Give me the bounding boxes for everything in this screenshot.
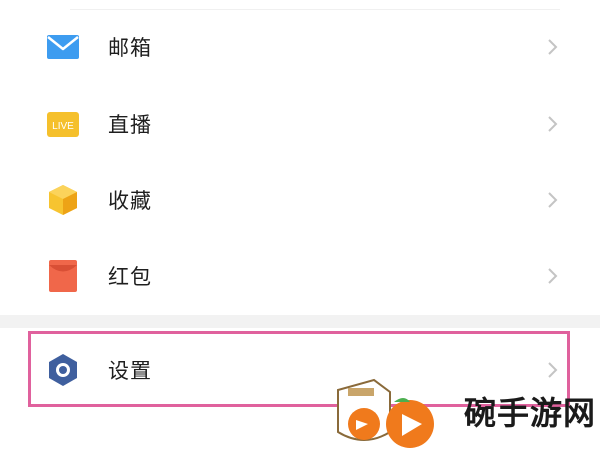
watermark-text: 碗手游网 [464,394,597,432]
screen: 邮箱 LIVE 直播 收藏 红包 设置 碗手游网 [0,0,600,450]
chevron-right-icon [548,39,558,55]
menu-card: 邮箱 LIVE 直播 收藏 红包 [0,0,600,315]
menu-item-favorites[interactable]: 收藏 [0,170,600,230]
menu-item-label: 收藏 [108,189,152,213]
red-envelope-icon [49,260,77,292]
menu-item-label: 邮箱 [108,36,152,60]
chevron-right-icon [548,268,558,284]
mail-icon [47,35,79,59]
menu-item-live[interactable]: LIVE 直播 [0,94,600,154]
watermark-logo [337,376,458,448]
live-icon: LIVE [47,112,79,137]
chevron-right-icon [548,192,558,208]
chevron-right-icon [548,116,558,132]
divider [70,9,560,10]
menu-item-label: 直播 [108,113,152,137]
live-icon-text: LIVE [52,121,74,132]
menu-item-mail[interactable]: 邮箱 [0,17,600,77]
menu-item-label: 红包 [108,265,152,289]
menu-item-red-envelope[interactable]: 红包 [0,246,600,306]
favorites-cube-icon [49,185,77,215]
